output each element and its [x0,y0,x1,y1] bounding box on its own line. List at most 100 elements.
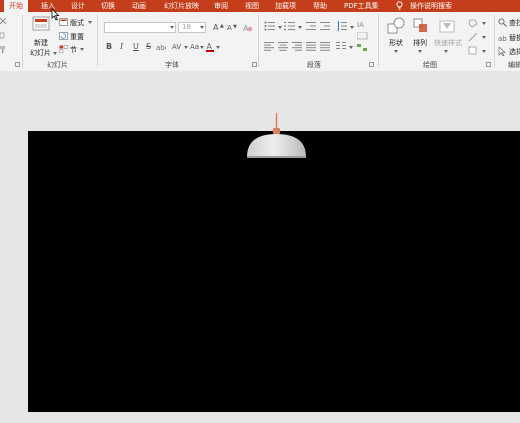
tab-transitions[interactable]: 切换 [101,0,115,12]
font-color-icon[interactable]: A [206,41,214,52]
group-separator [494,15,495,67]
replace-button[interactable]: 替换 [509,33,520,43]
chevron-down-icon[interactable] [482,22,486,25]
font-group-label: 字体 [165,61,179,69]
select-cursor-icon[interactable] [498,47,507,56]
character-spacing-button[interactable]: AV [172,43,181,52]
reset-icon[interactable] [59,32,68,40]
tell-me-search[interactable]: 操作说明搜索 [410,0,452,12]
justify-icon[interactable] [306,42,316,51]
drawing-dialog-launcher[interactable] [486,62,491,67]
align-center-icon[interactable] [278,42,288,51]
underline-button[interactable]: U [133,42,139,51]
tab-slideshow[interactable]: 幻灯片放映 [164,0,199,12]
group-separator [378,15,379,67]
reset-button[interactable]: 重置 [70,32,84,42]
chevron-down-icon[interactable] [418,50,422,53]
text-direction-icon[interactable]: IA [357,19,369,29]
shapes-icon[interactable] [387,17,405,35]
format-painter-icon[interactable] [0,46,6,53]
strikethrough-button[interactable]: S [146,42,151,51]
bold-button[interactable]: B [106,42,112,51]
shrink-font-arrow-icon: ▼ [233,24,237,30]
replace-icon[interactable]: ab [498,33,507,42]
chevron-down-icon[interactable] [394,50,398,53]
copy-icon[interactable] [0,32,6,39]
chevron-down-icon[interactable] [349,46,353,49]
shape-outline-icon[interactable] [468,33,480,42]
tab-review[interactable]: 审阅 [214,0,228,12]
font-name-combo[interactable] [104,22,176,33]
increase-indent-icon[interactable] [320,21,330,31]
paragraph-dialog-launcher[interactable] [369,62,374,67]
chevron-down-icon[interactable] [216,46,220,49]
pendant-lamp-image[interactable] [242,113,314,181]
tab-addins[interactable]: 加载项 [275,0,296,12]
chevron-down-icon[interactable] [482,50,486,53]
quick-styles-icon[interactable] [438,17,456,35]
tab-animations[interactable]: 动画 [132,0,146,12]
bullets-icon[interactable] [264,21,276,31]
numbering-icon[interactable] [284,21,296,31]
new-slide-label[interactable]: 新建 [34,38,48,48]
chevron-down-icon[interactable] [350,26,354,29]
chevron-down-icon[interactable] [200,26,204,29]
chevron-down-icon[interactable] [88,21,92,24]
tab-home[interactable]: 开始 [4,0,28,12]
find-button[interactable]: 查找 [509,18,520,28]
convert-to-smartart-icon[interactable] [357,44,369,52]
slide-canvas[interactable] [28,113,520,412]
quick-styles-button[interactable]: 快速样式 [434,38,462,48]
decrease-indent-icon[interactable] [306,21,316,31]
chevron-down-icon[interactable] [53,52,57,55]
tab-pdf-tools[interactable]: PDF工具集 [344,0,379,12]
chevron-down-icon[interactable] [80,48,84,51]
chevron-down-icon[interactable] [200,46,204,49]
group-separator [258,15,259,67]
shapes-button[interactable]: 形状 [389,38,403,48]
new-slide-label-2[interactable]: 幻灯片 [30,48,51,58]
select-button[interactable]: 选择 [509,47,520,57]
italic-button[interactable]: I [120,42,123,51]
svg-text:IA: IA [357,21,364,29]
cut-icon[interactable] [0,18,7,25]
tab-help[interactable]: 帮助 [313,0,327,12]
shape-fill-icon[interactable] [468,19,480,28]
group-separator [97,15,98,67]
group-separator [22,15,23,67]
svg-text:abc: abc [156,44,166,51]
new-slide-icon[interactable] [32,16,52,32]
chevron-down-icon[interactable] [170,26,174,29]
columns-icon[interactable] [336,42,346,51]
grow-font-button[interactable]: A [213,23,218,32]
section-icon[interactable] [59,45,68,53]
paragraph-group-label: 段落 [307,61,321,69]
layout-icon[interactable] [59,18,68,26]
line-spacing-icon[interactable] [337,21,347,31]
chevron-down-icon[interactable] [278,26,282,29]
clipboard-dialog-launcher[interactable] [15,62,20,67]
arrange-button[interactable]: 排列 [413,38,427,48]
chevron-down-icon[interactable] [298,26,302,29]
font-dialog-launcher[interactable] [252,62,257,67]
text-shadow-icon[interactable]: abc [156,43,166,51]
chevron-down-icon[interactable] [482,36,486,39]
section-button[interactable]: 节 [70,45,77,55]
layout-button[interactable]: 版式 [70,18,84,28]
tab-design[interactable]: 设计 [71,0,85,12]
tab-view[interactable]: 视图 [245,0,259,12]
align-left-icon[interactable] [264,42,274,51]
distributed-icon[interactable] [320,42,330,51]
shape-effects-icon[interactable] [468,46,480,55]
grow-font-arrow-icon: ▲ [220,23,224,29]
chevron-down-icon[interactable] [184,46,188,49]
arrange-icon[interactable] [412,17,430,35]
search-icon[interactable] [498,18,507,27]
align-right-icon[interactable] [292,42,302,51]
chevron-down-icon[interactable] [444,50,448,53]
shrink-font-button[interactable]: A [227,24,232,33]
clear-formatting-icon[interactable]: A [243,23,253,32]
editing-group-label: 编辑 [508,61,520,69]
change-case-button[interactable]: Aa [190,43,199,52]
align-text-icon[interactable] [357,32,369,40]
